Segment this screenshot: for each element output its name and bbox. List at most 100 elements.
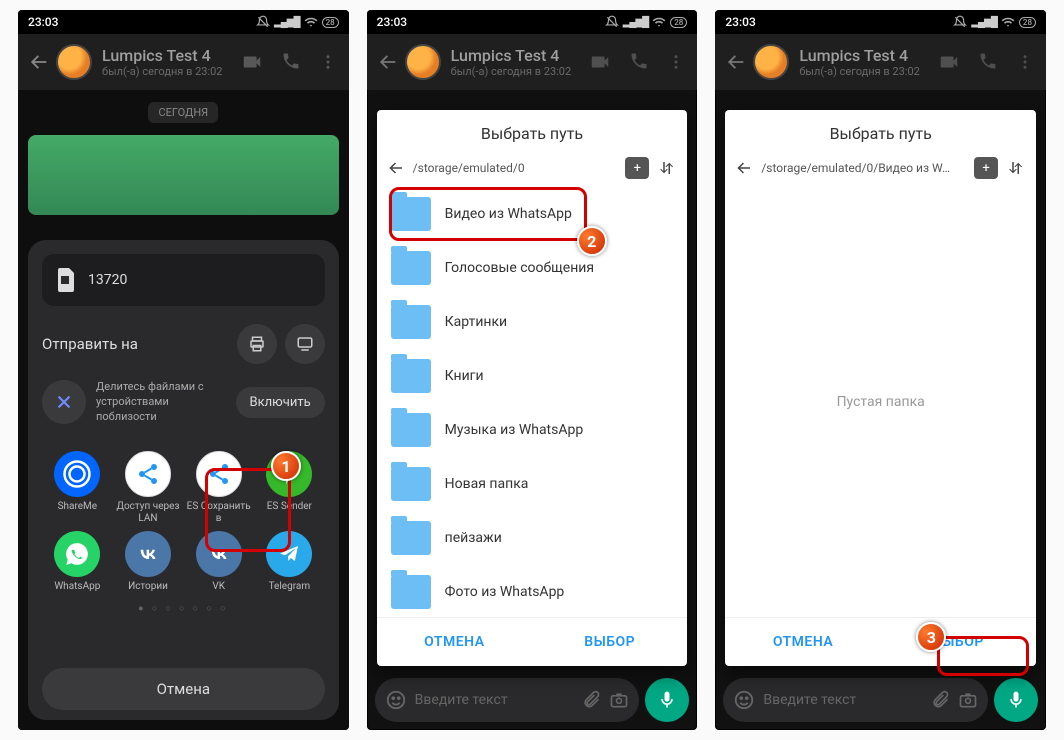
battery-indicator: 28 — [670, 17, 687, 28]
status-time: 23:03 — [28, 15, 58, 29]
picker-cancel-button[interactable]: ОТМЕНА — [377, 618, 532, 666]
share-app-4[interactable]: WhatsApp — [42, 531, 113, 593]
avatar[interactable] — [405, 44, 441, 80]
current-path: /storage/emulated/0/Видео из W… — [761, 161, 966, 175]
folder-icon — [391, 359, 431, 393]
battery-indicator: 28 — [322, 17, 339, 28]
empty-folder-label: Пустая папка — [725, 187, 1036, 617]
folder-row[interactable]: Картинки — [377, 295, 688, 349]
folder-row[interactable]: Музыка из WhatsApp — [377, 403, 688, 457]
voice-call-icon[interactable] — [978, 51, 998, 73]
camera-icon[interactable] — [609, 690, 629, 710]
folder-row[interactable]: Фото из WhatsApp — [377, 565, 688, 617]
picker-select-button[interactable]: ВЫБОР — [881, 618, 1036, 666]
folder-icon — [391, 305, 431, 339]
chat-name[interactable]: Lumpics Test 4 — [451, 46, 590, 65]
wifi-icon — [1001, 16, 1015, 28]
current-path: /storage/emulated/0 — [413, 161, 618, 175]
share-app-5[interactable]: Истории — [113, 531, 184, 593]
status-bar: 23:03 ▂▄▆█ 28 — [715, 10, 1046, 34]
video-call-icon[interactable] — [241, 51, 263, 73]
folder-row[interactable]: Книги — [377, 349, 688, 403]
avatar[interactable] — [56, 44, 92, 80]
share-apps: ShareMeДоступ через LANES Сохранить вES … — [42, 451, 325, 593]
share-app-7[interactable]: Telegram — [254, 531, 325, 593]
mute-icon — [256, 15, 270, 29]
print-button[interactable] — [237, 324, 277, 364]
folder-name: Голосовые сообщения — [445, 260, 594, 276]
date-chip: СЕГОДНЯ — [148, 102, 218, 123]
video-call-icon[interactable] — [938, 51, 960, 73]
nearby-text: Делитесь файлами с устройствами поблизос… — [96, 380, 226, 425]
emoji-icon[interactable] — [385, 689, 407, 711]
page-dots: ● ○ ○ ○ ○ ○ ○ — [42, 603, 325, 614]
share-app-3[interactable]: ES Sender — [254, 451, 325, 525]
file-icon — [56, 268, 76, 292]
chat-name[interactable]: Lumpics Test 4 — [102, 46, 241, 65]
nearby-enable-button[interactable]: Включить — [236, 387, 325, 418]
mute-icon — [953, 15, 967, 29]
new-folder-button[interactable]: + — [625, 157, 649, 179]
more-icon[interactable] — [319, 51, 337, 73]
more-icon[interactable] — [1016, 51, 1034, 73]
folder-row[interactable]: Голосовые сообщения — [377, 241, 688, 295]
share-sheet: 13720 Отправить на Делитесь файлами с ус… — [28, 240, 339, 720]
sort-button[interactable] — [1006, 159, 1026, 177]
input-placeholder: Введите текст — [415, 692, 574, 708]
image-message[interactable] — [28, 135, 339, 215]
folder-row[interactable]: Новая папка — [377, 457, 688, 511]
send-to-label: Отправить на — [42, 335, 229, 353]
folder-name: Новая папка — [445, 476, 529, 492]
folder-icon — [391, 251, 431, 285]
message-input[interactable]: Введите текст — [723, 678, 988, 722]
path-back-icon[interactable] — [735, 159, 753, 177]
attach-icon[interactable] — [581, 690, 601, 710]
share-app-6[interactable]: VK — [183, 531, 254, 593]
folder-row[interactable]: пейзажи — [377, 511, 688, 565]
folder-icon — [391, 521, 431, 555]
back-icon[interactable] — [373, 47, 403, 77]
picker-select-button[interactable]: ВЫБОР — [532, 618, 687, 666]
status-bar: 23:03 ▂▄▆█ 28 — [367, 10, 698, 34]
status-time: 23:03 — [725, 15, 755, 29]
folder-icon — [391, 413, 431, 447]
message-input[interactable]: Введите текст — [375, 678, 640, 722]
folder-name: Музыка из WhatsApp — [445, 422, 584, 438]
voice-call-icon[interactable] — [629, 51, 649, 73]
folder-name: Фото из WhatsApp — [445, 584, 565, 600]
share-app-1[interactable]: Доступ через LAN — [113, 451, 184, 525]
back-icon[interactable] — [721, 47, 751, 77]
file-picker-dialog: Выбрать путь /storage/emulated/0 + Видео… — [377, 110, 688, 666]
share-app-2[interactable]: ES Сохранить в — [183, 451, 254, 525]
path-back-icon[interactable] — [387, 159, 405, 177]
cast-button[interactable] — [285, 324, 325, 364]
signal-icon: ▂▄▆█ — [623, 17, 649, 28]
camera-icon[interactable] — [958, 690, 978, 710]
mic-button[interactable] — [645, 678, 689, 722]
voice-call-icon[interactable] — [281, 51, 301, 73]
chat-name[interactable]: Lumpics Test 4 — [799, 46, 938, 65]
attach-icon[interactable] — [930, 690, 950, 710]
back-icon[interactable] — [24, 47, 54, 77]
share-filename: 13720 — [88, 272, 127, 288]
wifi-icon — [652, 16, 666, 28]
share-cancel-button[interactable]: Отмена — [42, 668, 325, 710]
chat-subtitle: был(-а) сегодня в 23:02 — [102, 65, 241, 78]
battery-indicator: 28 — [1019, 17, 1036, 28]
picker-cancel-button[interactable]: ОТМЕНА — [725, 618, 880, 666]
more-icon[interactable] — [667, 51, 685, 73]
new-folder-button[interactable]: + — [974, 157, 998, 179]
sort-button[interactable] — [657, 159, 677, 177]
share-app-0[interactable]: ShareMe — [42, 451, 113, 525]
emoji-icon[interactable] — [733, 689, 755, 711]
folder-name: пейзажи — [445, 530, 502, 546]
phone-empty-folder: 23:03 ▂▄▆█ 28 Lumpics Test 4 был(-а) сег… — [715, 10, 1046, 730]
input-bar: Введите текст — [723, 678, 1038, 722]
folder-row[interactable]: Видео из WhatsApp — [377, 187, 688, 241]
mute-icon — [605, 15, 619, 29]
avatar[interactable] — [753, 44, 789, 80]
mic-button[interactable] — [994, 678, 1038, 722]
video-call-icon[interactable] — [589, 51, 611, 73]
share-file: 13720 — [42, 254, 325, 306]
dialog-title: Выбрать путь — [725, 110, 1036, 153]
